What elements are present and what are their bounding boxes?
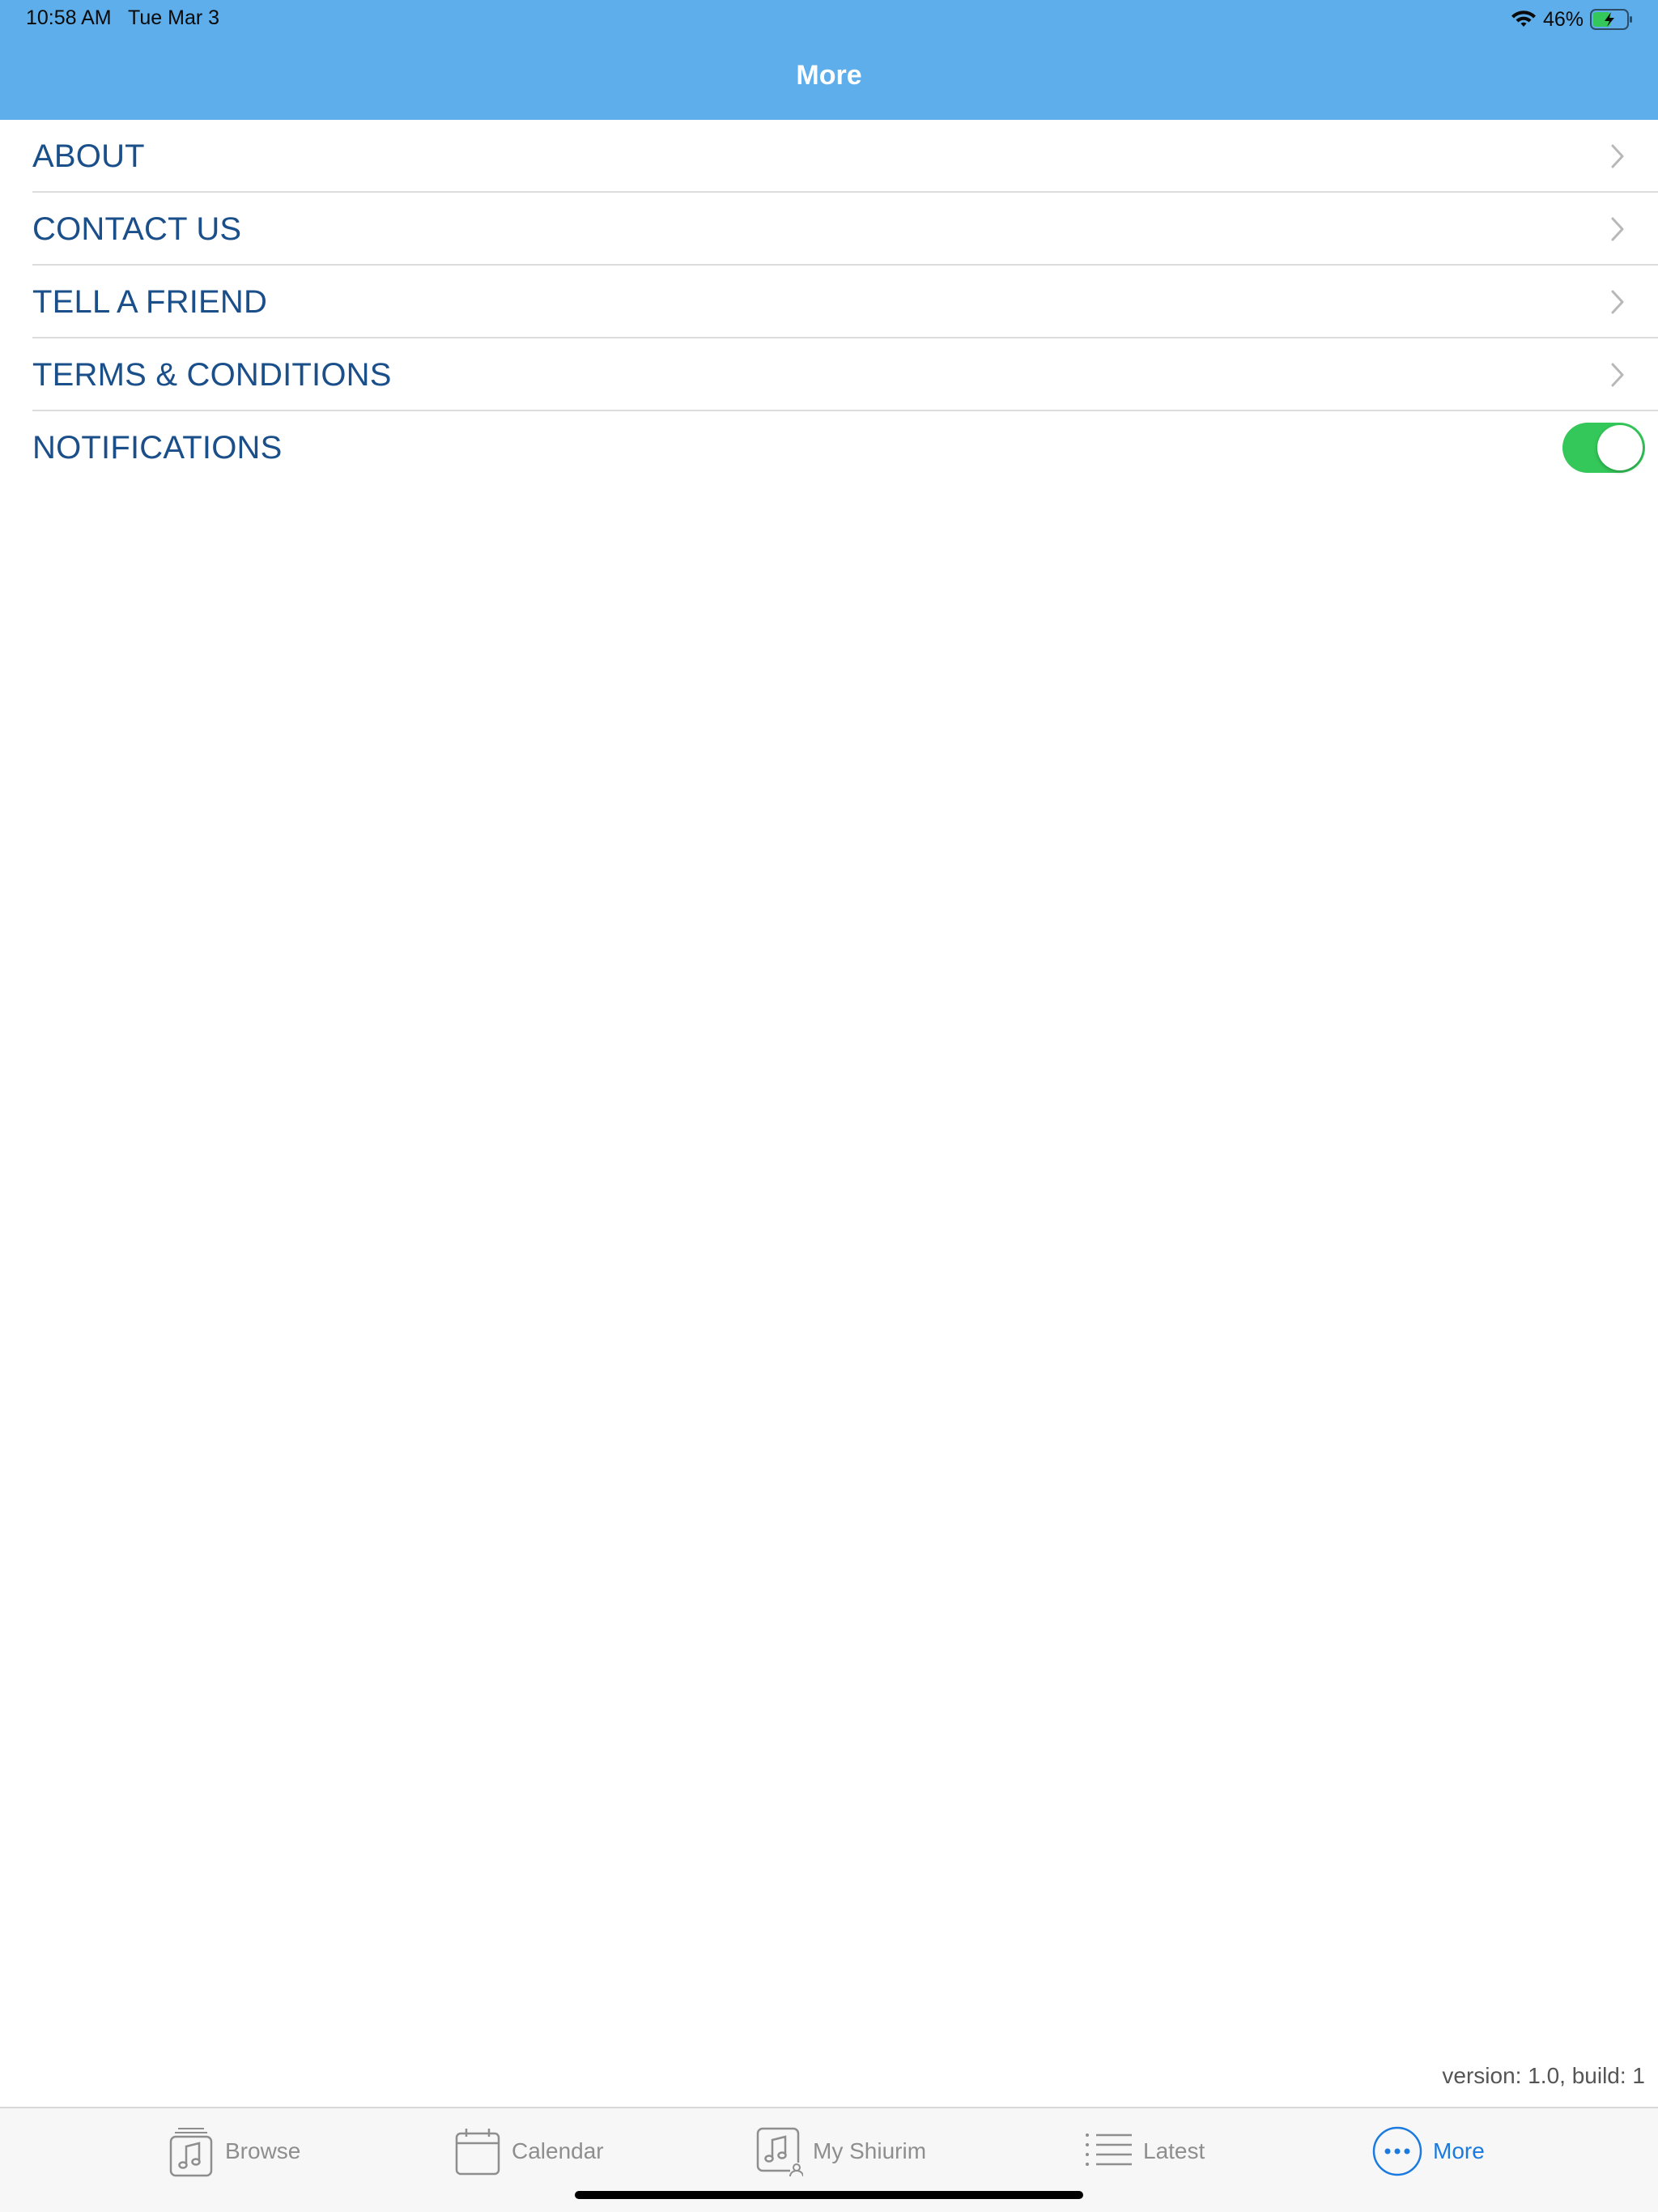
tab-label: Latest bbox=[1143, 2138, 1205, 2163]
status-bar-time: 10:58 AM Tue Mar 3 bbox=[26, 6, 219, 30]
music-note-stack-icon bbox=[169, 2128, 213, 2177]
tab-my-shiurim[interactable]: My Shiurim bbox=[755, 2123, 926, 2180]
calendar-icon bbox=[455, 2129, 500, 2176]
tab-latest[interactable]: Latest bbox=[1085, 2123, 1205, 2180]
tab-browse[interactable]: Browse bbox=[167, 2123, 300, 2180]
menu-item-label: TELL A FRIEND bbox=[32, 283, 268, 320]
home-indicator bbox=[575, 2191, 1083, 2199]
menu-item-about[interactable]: ABOUT bbox=[0, 120, 1658, 193]
chevron-right-icon bbox=[1611, 217, 1624, 241]
menu-item-notifications: NOTIFICATIONS bbox=[0, 411, 1658, 484]
menu-item-terms-conditions[interactable]: TERMS & CONDITIONS bbox=[0, 338, 1658, 411]
list-icon bbox=[1086, 2133, 1132, 2166]
notifications-toggle[interactable] bbox=[1562, 423, 1645, 473]
tab-calendar[interactable]: Calendar bbox=[453, 2123, 604, 2180]
menu-item-label: ABOUT bbox=[32, 138, 145, 174]
header: 10:58 AM Tue Mar 3 46% More bbox=[0, 0, 1658, 120]
toggle-knob bbox=[1597, 425, 1643, 470]
music-note-user-icon bbox=[756, 2127, 803, 2177]
menu-item-label: TERMS & CONDITIONS bbox=[32, 356, 392, 393]
tab-label: Browse bbox=[225, 2138, 301, 2163]
chevron-right-icon bbox=[1611, 144, 1624, 168]
status-time: 10:58 AM bbox=[26, 6, 112, 29]
chevron-right-icon bbox=[1611, 363, 1624, 387]
tab-label: Calendar bbox=[512, 2138, 604, 2163]
page-title: More bbox=[796, 60, 862, 91]
notifications-label: NOTIFICATIONS bbox=[32, 429, 283, 466]
menu-item-label: CONTACT US bbox=[32, 211, 242, 247]
menu-item-tell-a-friend[interactable]: TELL A FRIEND bbox=[0, 266, 1658, 338]
wifi-icon bbox=[1511, 11, 1536, 27]
chevron-right-icon bbox=[1611, 290, 1624, 314]
menu-item-contact-us[interactable]: CONTACT US bbox=[0, 193, 1658, 266]
ellipsis-circle-icon bbox=[1372, 2126, 1422, 2176]
screen: 10:58 AM Tue Mar 3 46% More ABOUT CONTAC… bbox=[0, 0, 1658, 2212]
more-menu-list: ABOUT CONTACT US TELL A FRIEND TERMS & C… bbox=[0, 120, 1658, 484]
status-bar-right: 46% bbox=[1511, 6, 1634, 32]
battery-charging-icon bbox=[1590, 9, 1632, 30]
tab-more[interactable]: More bbox=[1371, 2123, 1485, 2180]
tab-label: My Shiurim bbox=[813, 2138, 927, 2163]
status-date: Tue Mar 3 bbox=[128, 6, 220, 29]
tab-label: More bbox=[1433, 2138, 1485, 2163]
battery-percent: 46% bbox=[1542, 7, 1584, 31]
version-text: version: 1.0, build: 1 bbox=[1442, 2063, 1645, 2088]
